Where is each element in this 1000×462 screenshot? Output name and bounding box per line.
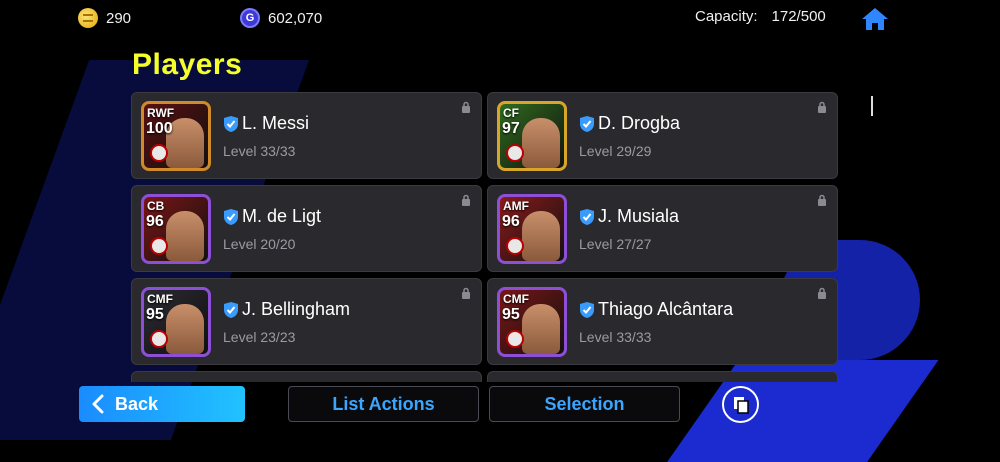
list-actions-button[interactable]: List Actions [288,386,479,422]
selection-button[interactable]: Selection [489,386,680,422]
back-label: Back [115,393,159,414]
player-level: Level 23/23 [223,329,296,345]
coins-stat: 290 [78,8,131,28]
player-name: Thiago Alcântara [598,299,734,319]
scrollbar[interactable] [871,96,873,116]
player-photo [522,211,560,261]
player-card[interactable] [487,371,838,382]
player-level: Level 29/29 [579,143,652,159]
player-level: Level 33/33 [223,143,296,159]
coin-icon [78,8,98,28]
player-rating: 96 [502,213,520,230]
player-rating: 100 [146,120,173,137]
lock-icon[interactable] [817,101,827,113]
player-name: L. Messi [242,113,310,133]
club-badge-icon [506,144,524,162]
player-photo [166,304,204,354]
gp-stat: G 602,070 [240,8,322,28]
home-icon[interactable] [860,6,890,32]
player-thumbnail: RWF 100 [141,101,211,171]
club-badge-icon [150,237,168,255]
player-position: RWF [147,106,175,120]
player-position: CF [503,106,519,120]
player-card[interactable] [131,371,482,382]
player-card[interactable]: RWF 100 L. Messi Level 33/33 [131,92,482,179]
player-thumbnail: CMF 95 [497,287,567,357]
player-card[interactable]: CB 96 M. de Ligt Level 20/20 [131,185,482,272]
player-thumbnail: CB 96 [141,194,211,264]
coins-value: 290 [106,9,132,27]
player-level: Level 20/20 [223,236,296,252]
verified-shield-icon [224,116,238,132]
club-badge-icon [150,144,168,162]
top-bar: 290 G 602,070 Capacity: 172/500 [0,0,1000,36]
player-photo [522,304,560,354]
player-position: CB [147,199,165,213]
list-actions-label: List Actions [332,393,435,414]
lock-icon[interactable] [461,101,471,113]
player-rating: 97 [502,120,520,137]
player-thumbnail: CF 97 [497,101,567,171]
lock-icon[interactable] [461,287,471,299]
player-position: CMF [147,292,173,306]
gp-value: 602,070 [268,9,323,27]
verified-shield-icon [580,209,594,225]
player-name: J. Bellingham [242,299,351,319]
back-button[interactable]: Back [79,386,245,422]
club-badge-icon [506,237,524,255]
player-card[interactable]: CF 97 D. Drogba Level 29/29 [487,92,838,179]
copy-icon [733,396,749,414]
player-thumbnail: CMF 95 [141,287,211,357]
lock-icon[interactable] [817,194,827,206]
player-rating: 95 [146,306,164,323]
gp-icon: G [240,8,260,28]
capacity-label: Capacity: [695,8,758,25]
player-card[interactable]: AMF 96 J. Musiala Level 27/27 [487,185,838,272]
player-level: Level 33/33 [579,329,652,345]
player-card[interactable]: CMF 95 Thiago Alcântara Level 33/33 [487,278,838,365]
player-photo [166,211,204,261]
verified-shield-icon [224,209,238,225]
player-card[interactable]: CMF 95 J. Bellingham Level 23/23 [131,278,482,365]
verified-shield-icon [224,302,238,318]
player-name: D. Drogba [598,113,681,133]
chevron-left-icon [92,394,104,414]
player-name: M. de Ligt [242,206,322,226]
lock-icon[interactable] [817,287,827,299]
player-rating: 96 [146,213,164,230]
player-name: J. Musiala [598,206,680,226]
capacity-value: 172/500 [771,8,826,25]
capacity-stat: Capacity: 172/500 [695,8,826,25]
player-position: AMF [503,199,529,213]
bottom-bar: Back List Actions Selection [0,384,1000,428]
player-list: RWF 100 L. Messi Level 33/33 CF 97 D. Drogba Le… [131,92,839,382]
copy-button[interactable] [722,386,759,423]
page-title: Players [132,48,243,81]
club-badge-icon [506,330,524,348]
player-thumbnail: AMF 96 [497,194,567,264]
player-position: CMF [503,292,529,306]
player-rating: 95 [502,306,520,323]
club-badge-icon [150,330,168,348]
player-photo [522,118,560,168]
selection-label: Selection [544,393,625,414]
player-level: Level 27/27 [579,236,652,252]
verified-shield-icon [580,302,594,318]
lock-icon[interactable] [461,194,471,206]
verified-shield-icon [580,116,594,132]
